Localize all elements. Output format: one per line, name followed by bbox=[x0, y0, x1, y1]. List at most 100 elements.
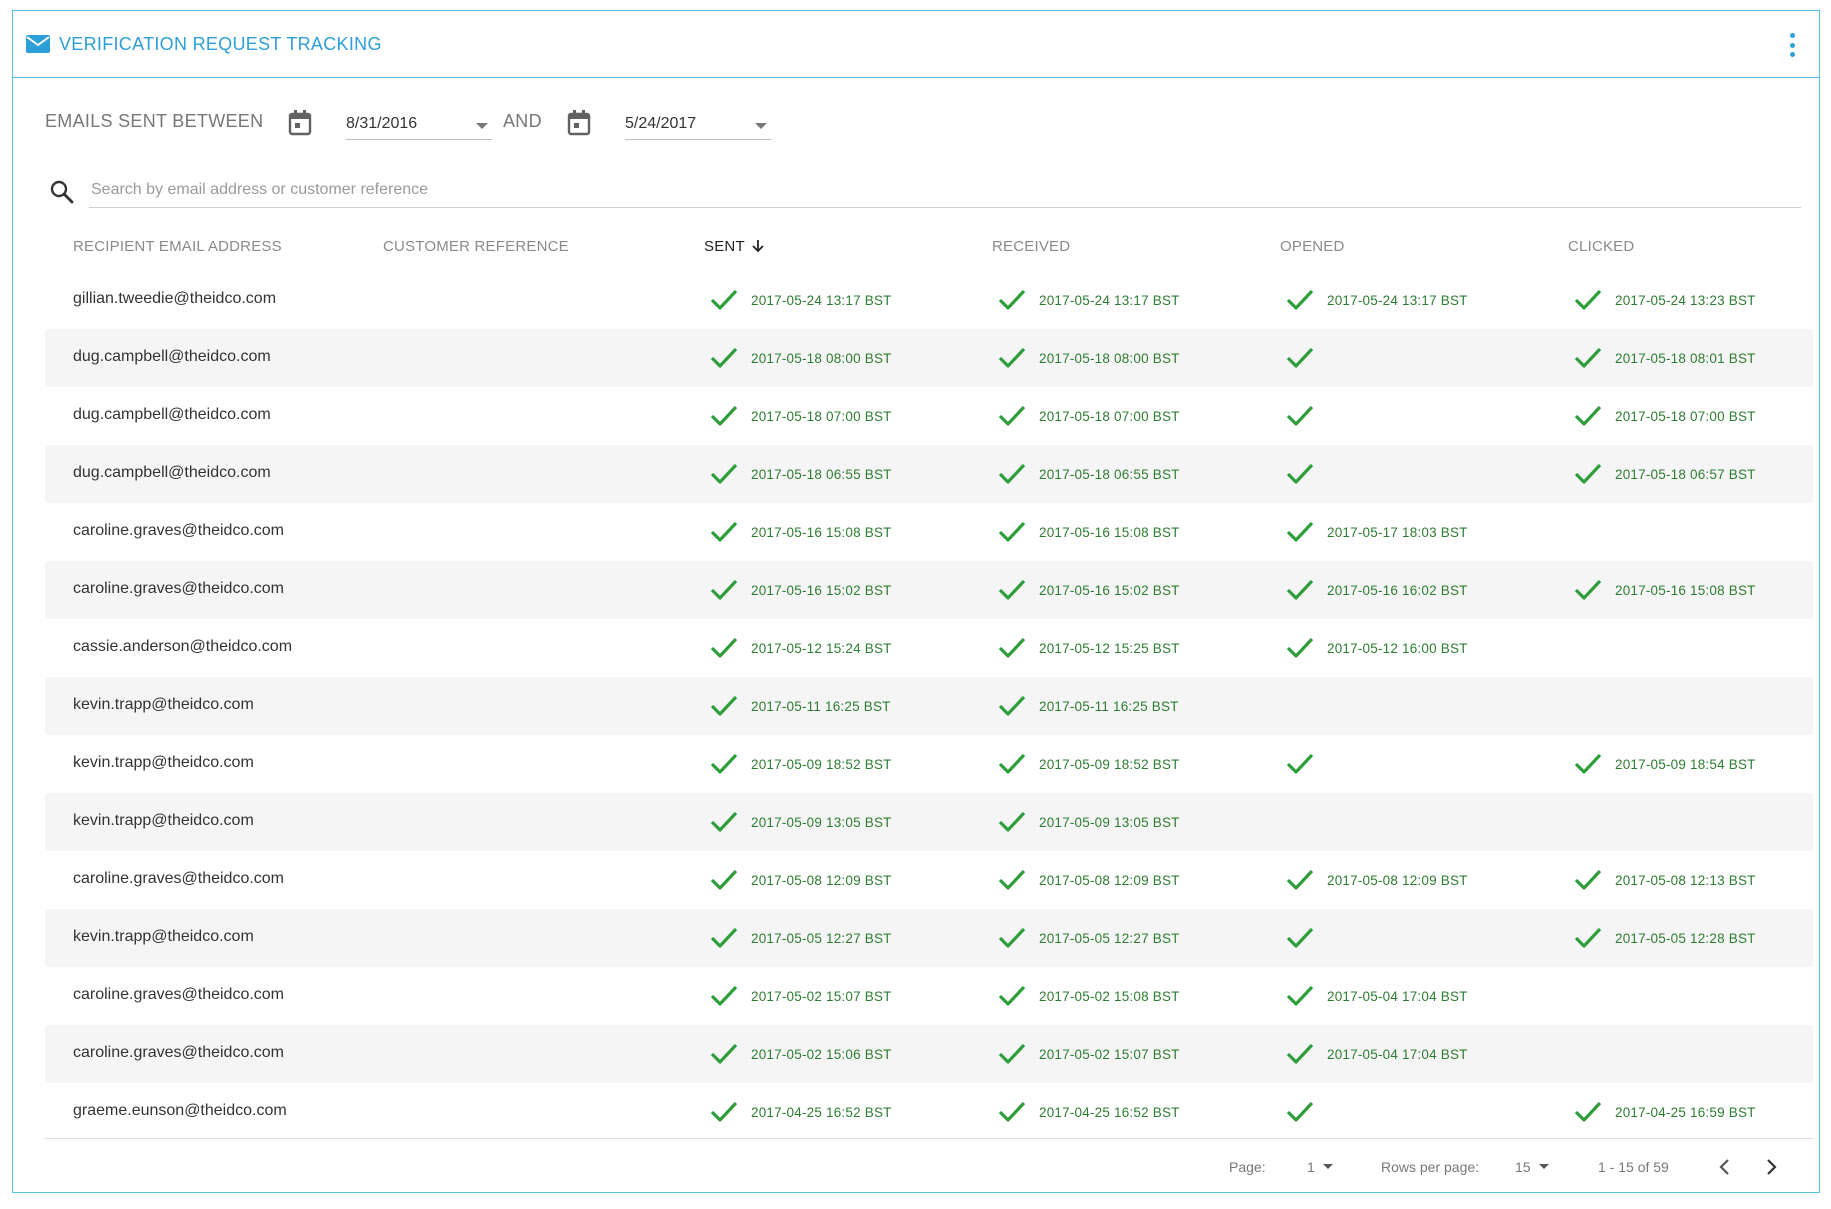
opened-status: 2017-05-24 13:17 BST bbox=[1285, 285, 1468, 315]
column-header-customer-ref[interactable]: CUSTOMER REFERENCE bbox=[383, 238, 569, 255]
column-header-clicked[interactable]: CLICKED bbox=[1568, 238, 1634, 255]
column-header-sent[interactable]: SENT bbox=[704, 238, 765, 255]
opened-status bbox=[1285, 749, 1315, 779]
clicked-status: 2017-05-18 06:57 BST bbox=[1573, 459, 1756, 489]
check-icon bbox=[1285, 461, 1315, 487]
clicked-status: 2017-05-05 12:28 BST bbox=[1573, 923, 1756, 953]
recipient-email: dug.campbell@theidco.com bbox=[73, 406, 271, 423]
sent-status: 2017-05-02 15:07 BST bbox=[709, 981, 892, 1011]
chevron-left-icon[interactable] bbox=[1713, 1155, 1737, 1179]
sent-status: 2017-05-05 12:27 BST bbox=[709, 923, 892, 953]
caret-down-icon bbox=[476, 123, 488, 129]
sent-timestamp: 2017-05-18 07:00 BST bbox=[751, 408, 892, 424]
received-status: 2017-05-02 15:07 BST bbox=[997, 1039, 1180, 1069]
check-icon bbox=[997, 867, 1027, 893]
table-row[interactable]: caroline.graves@theidco.com 2017-05-02 15… bbox=[45, 967, 1813, 1025]
received-status: 2017-05-11 16:25 BST bbox=[997, 691, 1179, 721]
sent-status: 2017-05-08 12:09 BST bbox=[709, 865, 892, 895]
rows-per-page-select[interactable]: 15 bbox=[1515, 1159, 1549, 1175]
received-status: 2017-05-02 15:08 BST bbox=[997, 981, 1180, 1011]
column-header-recipient[interactable]: RECIPIENT EMAIL ADDRESS bbox=[73, 238, 282, 255]
calendar-icon[interactable] bbox=[566, 109, 592, 137]
table-body: gillian.tweedie@theidco.com 2017-05-24 13… bbox=[45, 271, 1813, 1141]
chevron-right-icon[interactable] bbox=[1759, 1155, 1783, 1179]
table-row[interactable]: gillian.tweedie@theidco.com 2017-05-24 13… bbox=[45, 271, 1813, 329]
recipient-email: dug.campbell@theidco.com bbox=[73, 464, 271, 481]
opened-timestamp: 2017-05-04 17:04 BST bbox=[1327, 988, 1468, 1004]
check-icon bbox=[1573, 287, 1603, 313]
from-date-select[interactable]: 8/31/2016 bbox=[346, 109, 492, 140]
table-row[interactable]: kevin.trapp@theidco.com 2017-05-05 12:27 … bbox=[45, 909, 1813, 967]
check-icon bbox=[709, 693, 739, 719]
table-row[interactable]: kevin.trapp@theidco.com 2017-05-11 16:25 … bbox=[45, 677, 1813, 735]
opened-status: 2017-05-16 16:02 BST bbox=[1285, 575, 1468, 605]
to-date-select[interactable]: 5/24/2017 bbox=[625, 109, 771, 140]
check-icon bbox=[997, 1099, 1027, 1125]
page-label: Page: bbox=[1229, 1159, 1266, 1175]
page-select[interactable]: 1 bbox=[1307, 1159, 1333, 1175]
received-timestamp: 2017-05-16 15:08 BST bbox=[1039, 524, 1180, 540]
received-timestamp: 2017-05-08 12:09 BST bbox=[1039, 872, 1180, 888]
tracking-table: RECIPIENT EMAIL ADDRESS CUSTOMER REFEREN… bbox=[45, 223, 1813, 1141]
received-timestamp: 2017-05-09 13:05 BST bbox=[1039, 814, 1180, 830]
caret-down-icon bbox=[755, 123, 767, 129]
column-header-opened[interactable]: OPENED bbox=[1280, 238, 1345, 255]
paginator: Page: 1 Rows per page: 15 1 - 15 of 59 bbox=[13, 1151, 1821, 1181]
table-row[interactable]: dug.campbell@theidco.com 2017-05-18 06:55… bbox=[45, 445, 1813, 503]
clicked-status: 2017-05-16 15:08 BST bbox=[1573, 575, 1756, 605]
clicked-status: 2017-05-09 18:54 BST bbox=[1573, 749, 1756, 779]
table-row[interactable]: caroline.graves@theidco.com 2017-05-16 15… bbox=[45, 561, 1813, 619]
sent-timestamp: 2017-05-09 18:52 BST bbox=[751, 756, 892, 772]
check-icon bbox=[1285, 519, 1315, 545]
received-status: 2017-05-16 15:02 BST bbox=[997, 575, 1180, 605]
sent-status: 2017-05-18 08:00 BST bbox=[709, 343, 892, 373]
clicked-status: 2017-05-18 08:01 BST bbox=[1573, 343, 1756, 373]
check-icon bbox=[709, 983, 739, 1009]
clicked-status: 2017-05-18 07:00 BST bbox=[1573, 401, 1756, 431]
check-icon bbox=[997, 287, 1027, 313]
more-vert-icon[interactable] bbox=[1787, 33, 1797, 57]
check-icon bbox=[997, 983, 1027, 1009]
check-icon bbox=[1285, 635, 1315, 661]
sent-status: 2017-04-25 16:52 BST bbox=[709, 1097, 892, 1127]
opened-status: 2017-05-04 17:04 BST bbox=[1285, 1039, 1468, 1069]
received-status: 2017-05-09 18:52 BST bbox=[997, 749, 1180, 779]
table-row[interactable]: kevin.trapp@theidco.com 2017-05-09 13:05 … bbox=[45, 793, 1813, 851]
table-row[interactable]: graeme.eunson@theidco.com 2017-04-25 16:5… bbox=[45, 1083, 1813, 1141]
recipient-email: kevin.trapp@theidco.com bbox=[73, 928, 254, 945]
rows-per-page-label: Rows per page: bbox=[1381, 1159, 1480, 1175]
opened-timestamp: 2017-05-12 16:00 BST bbox=[1327, 640, 1468, 656]
opened-timestamp: 2017-05-24 13:17 BST bbox=[1327, 292, 1468, 308]
and-label: AND bbox=[503, 111, 542, 131]
sent-timestamp: 2017-05-05 12:27 BST bbox=[751, 930, 892, 946]
check-icon bbox=[709, 809, 739, 835]
check-icon bbox=[709, 461, 739, 487]
received-status: 2017-05-16 15:08 BST bbox=[997, 517, 1180, 547]
mail-icon bbox=[25, 33, 51, 55]
received-timestamp: 2017-05-12 15:25 BST bbox=[1039, 640, 1180, 656]
table-row[interactable]: cassie.anderson@theidco.com 2017-05-12 15… bbox=[45, 619, 1813, 677]
table-row[interactable]: caroline.graves@theidco.com 2017-05-02 15… bbox=[45, 1025, 1813, 1083]
received-timestamp: 2017-05-18 08:00 BST bbox=[1039, 350, 1180, 366]
recipient-email: kevin.trapp@theidco.com bbox=[73, 812, 254, 829]
received-status: 2017-05-18 08:00 BST bbox=[997, 343, 1180, 373]
table-row[interactable]: caroline.graves@theidco.com 2017-05-16 15… bbox=[45, 503, 1813, 561]
received-status: 2017-05-18 07:00 BST bbox=[997, 401, 1180, 431]
table-row[interactable]: dug.campbell@theidco.com 2017-05-18 08:00… bbox=[45, 329, 1813, 387]
table-row[interactable]: dug.campbell@theidco.com 2017-05-18 07:00… bbox=[45, 387, 1813, 445]
calendar-icon[interactable] bbox=[287, 109, 313, 137]
check-icon bbox=[997, 345, 1027, 371]
rows-per-page-value: 15 bbox=[1515, 1159, 1531, 1175]
sent-status: 2017-05-02 15:06 BST bbox=[709, 1039, 892, 1069]
received-timestamp: 2017-05-11 16:25 BST bbox=[1039, 698, 1179, 714]
clicked-timestamp: 2017-05-24 13:23 BST bbox=[1615, 292, 1756, 308]
check-icon bbox=[997, 751, 1027, 777]
table-row[interactable]: caroline.graves@theidco.com 2017-05-08 12… bbox=[45, 851, 1813, 909]
clicked-timestamp: 2017-04-25 16:59 BST bbox=[1615, 1104, 1756, 1120]
search-icon bbox=[49, 179, 75, 205]
opened-status bbox=[1285, 1097, 1315, 1127]
search-input[interactable] bbox=[89, 173, 1801, 208]
table-row[interactable]: kevin.trapp@theidco.com 2017-05-09 18:52 … bbox=[45, 735, 1813, 793]
sent-status: 2017-05-24 13:17 BST bbox=[709, 285, 892, 315]
column-header-received[interactable]: RECEIVED bbox=[992, 238, 1070, 255]
